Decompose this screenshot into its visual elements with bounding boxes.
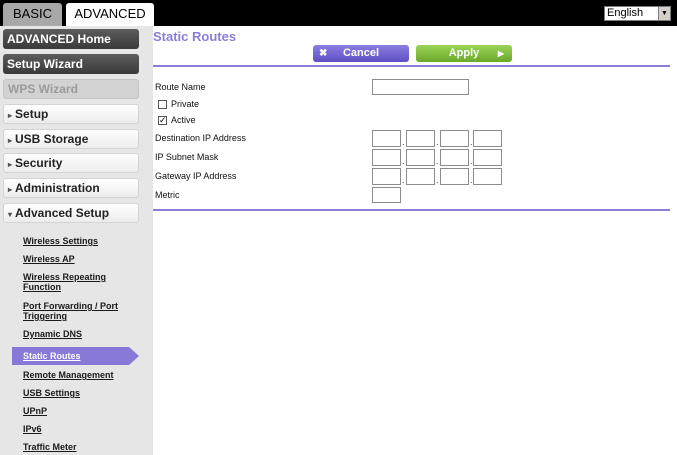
sidebar-item-label: Advanced Setup: [15, 206, 110, 220]
language-selected-value: English: [607, 7, 644, 19]
sidebar-item-label: Security: [15, 156, 63, 170]
destination-ip-octet-4[interactable]: [473, 130, 502, 147]
link-static-routes[interactable]: Static Routes: [12, 347, 129, 365]
route-name-label: Route Name: [155, 82, 206, 92]
metric-input[interactable]: [372, 187, 401, 203]
sidebar-item-advanced-setup[interactable]: ▾ Advanced Setup: [3, 203, 139, 223]
link-label-line: Function: [23, 282, 61, 292]
gateway-ip-label: Gateway IP Address: [155, 171, 237, 181]
sidebar-item-label: Administration: [15, 181, 100, 195]
top-bar: BASIC ADVANCED English ▼: [0, 0, 677, 26]
gateway-ip-octet-4[interactable]: [473, 168, 502, 185]
ip-separator: .: [436, 156, 439, 166]
subnet-mask-octet-1[interactable]: [372, 149, 401, 166]
chevron-right-icon: ▸: [8, 136, 13, 145]
chevron-right-icon: ▸: [8, 185, 13, 194]
subnet-mask-octet-2[interactable]: [406, 149, 435, 166]
sidebar-item-label: USB Storage: [15, 132, 89, 146]
sidebar-item-administration[interactable]: ▸ Administration: [3, 178, 139, 198]
link-upnp[interactable]: UPnP: [23, 406, 138, 416]
link-traffic-meter[interactable]: Traffic Meter: [23, 442, 138, 452]
page-title: Static Routes: [153, 29, 237, 44]
tab-basic[interactable]: BASIC: [3, 3, 62, 26]
gateway-ip-octet-1[interactable]: [372, 168, 401, 185]
active-checkbox[interactable]: ✓: [158, 116, 167, 125]
ip-separator: .: [402, 137, 405, 147]
link-remote-management[interactable]: Remote Management: [23, 370, 138, 380]
subnet-mask-octet-3[interactable]: [440, 149, 469, 166]
chevron-down-icon: ▾: [8, 210, 13, 219]
tab-advanced[interactable]: ADVANCED: [66, 3, 154, 26]
cancel-button[interactable]: ✖ Cancel: [313, 45, 409, 62]
link-wireless-ap[interactable]: Wireless AP: [23, 254, 138, 264]
play-arrow-icon: ▶: [497, 49, 504, 58]
sidebar-item-wps-wizard[interactable]: WPS Wizard: [3, 79, 139, 99]
destination-ip-octet-3[interactable]: [440, 130, 469, 147]
chevron-right-icon: ▸: [8, 111, 13, 120]
link-label-line: Port Forwarding / Port: [23, 301, 119, 311]
route-name-input[interactable]: [372, 79, 469, 95]
ip-separator: .: [436, 137, 439, 147]
link-port-forwarding[interactable]: Port Forwarding / Port Triggering: [23, 301, 138, 321]
sidebar-item-label: Setup: [15, 107, 49, 121]
sidebar-item-setup-wizard[interactable]: Setup Wizard: [3, 54, 139, 74]
active-label: Active: [171, 115, 196, 125]
link-usb-settings[interactable]: USB Settings: [23, 388, 138, 398]
gateway-ip-octet-3[interactable]: [440, 168, 469, 185]
ip-separator: .: [402, 156, 405, 166]
active-indicator-arrow: [129, 347, 139, 365]
gateway-ip-octet-2[interactable]: [406, 168, 435, 185]
destination-ip-label: Destination IP Address: [155, 133, 246, 143]
divider-top: [153, 65, 670, 67]
subnet-mask-label: IP Subnet Mask: [155, 152, 219, 162]
link-wireless-settings[interactable]: Wireless Settings: [23, 236, 138, 246]
link-label-line: Wireless Repeating: [23, 272, 106, 282]
cancel-button-label: Cancel: [342, 47, 380, 59]
subnet-mask-octet-4[interactable]: [473, 149, 502, 166]
language-select[interactable]: English ▼: [604, 6, 671, 21]
private-label: Private: [171, 99, 200, 109]
sidebar-item-security[interactable]: ▸ Security: [3, 153, 139, 173]
private-checkbox[interactable]: [158, 100, 167, 109]
destination-ip-octet-1[interactable]: [372, 130, 401, 147]
link-wireless-repeating[interactable]: Wireless Repeating Function: [23, 272, 138, 292]
sidebar-item-advanced-home[interactable]: ADVANCED Home: [3, 29, 139, 49]
sidebar-item-setup[interactable]: ▸ Setup: [3, 104, 139, 124]
link-ipv6[interactable]: IPv6: [23, 424, 138, 434]
ip-separator: .: [402, 175, 405, 185]
divider-bottom: [153, 209, 670, 211]
chevron-right-icon: ▸: [8, 160, 13, 169]
metric-label: Metric: [155, 190, 180, 200]
apply-button[interactable]: Apply ▶: [416, 45, 512, 62]
link-dynamic-dns[interactable]: Dynamic DNS: [23, 329, 138, 339]
sidebar-item-usb-storage[interactable]: ▸ USB Storage: [3, 129, 139, 149]
destination-ip-octet-2[interactable]: [406, 130, 435, 147]
link-label-line: Triggering: [23, 311, 68, 321]
chevron-down-icon[interactable]: ▼: [658, 7, 670, 20]
ip-separator: .: [436, 175, 439, 185]
sidebar: ADVANCED Home Setup Wizard WPS Wizard ▸ S…: [0, 26, 153, 455]
